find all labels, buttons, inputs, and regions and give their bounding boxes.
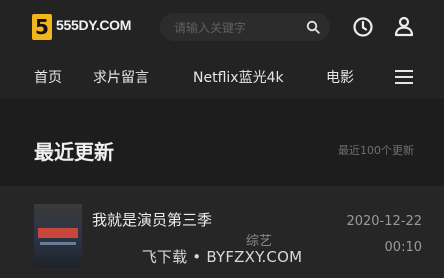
search-box[interactable]	[160, 13, 330, 43]
nav-item-movies[interactable]: 电影	[326, 67, 354, 87]
search-icon[interactable]	[306, 20, 320, 34]
search-input[interactable]	[172, 13, 304, 43]
item-title[interactable]: 我就是演员第三季	[92, 208, 222, 232]
section-title: 最近更新	[34, 140, 114, 164]
site-logo-text[interactable]: 555DY.COM	[56, 17, 131, 33]
clock-icon[interactable]	[351, 15, 375, 39]
poster-art-line	[40, 242, 76, 245]
watermark: 飞下载 • BYFZXY.COM	[141, 248, 303, 266]
top-header: 5 555DY.COM	[0, 0, 444, 56]
nav-item-netflix[interactable]: Netflix蓝光4k	[193, 67, 284, 87]
site-logo-badge[interactable]: 5	[32, 14, 52, 40]
nav-item-request[interactable]: 求片留言	[93, 67, 149, 87]
user-icon[interactable]	[392, 14, 416, 38]
item-date: 2020-12-22	[346, 214, 422, 229]
section-more-link[interactable]: 最近100个更新	[338, 142, 414, 158]
poster-art-band	[38, 228, 78, 238]
nav-bar: 首页 求片留言 Netflix蓝光4k 电影	[0, 56, 444, 98]
nav-item-home[interactable]: 首页	[34, 67, 62, 87]
menu-icon[interactable]	[394, 69, 414, 85]
